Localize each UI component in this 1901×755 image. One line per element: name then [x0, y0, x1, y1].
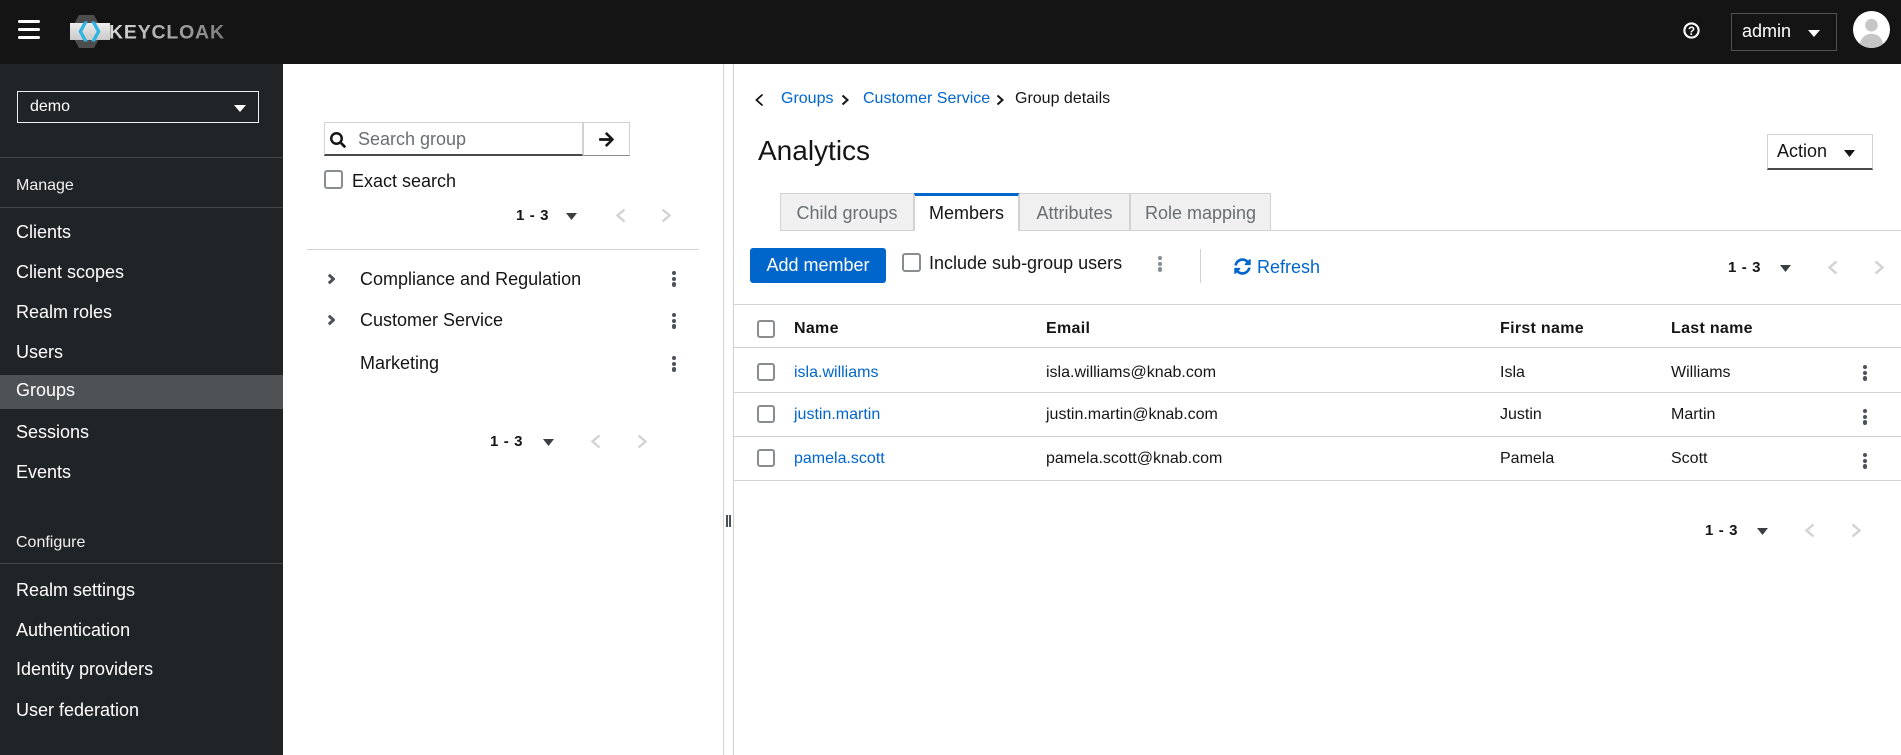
svg-text:?: ? [1688, 26, 1695, 38]
svg-text:KEYCLOAK: KEYCLOAK [109, 22, 225, 44]
